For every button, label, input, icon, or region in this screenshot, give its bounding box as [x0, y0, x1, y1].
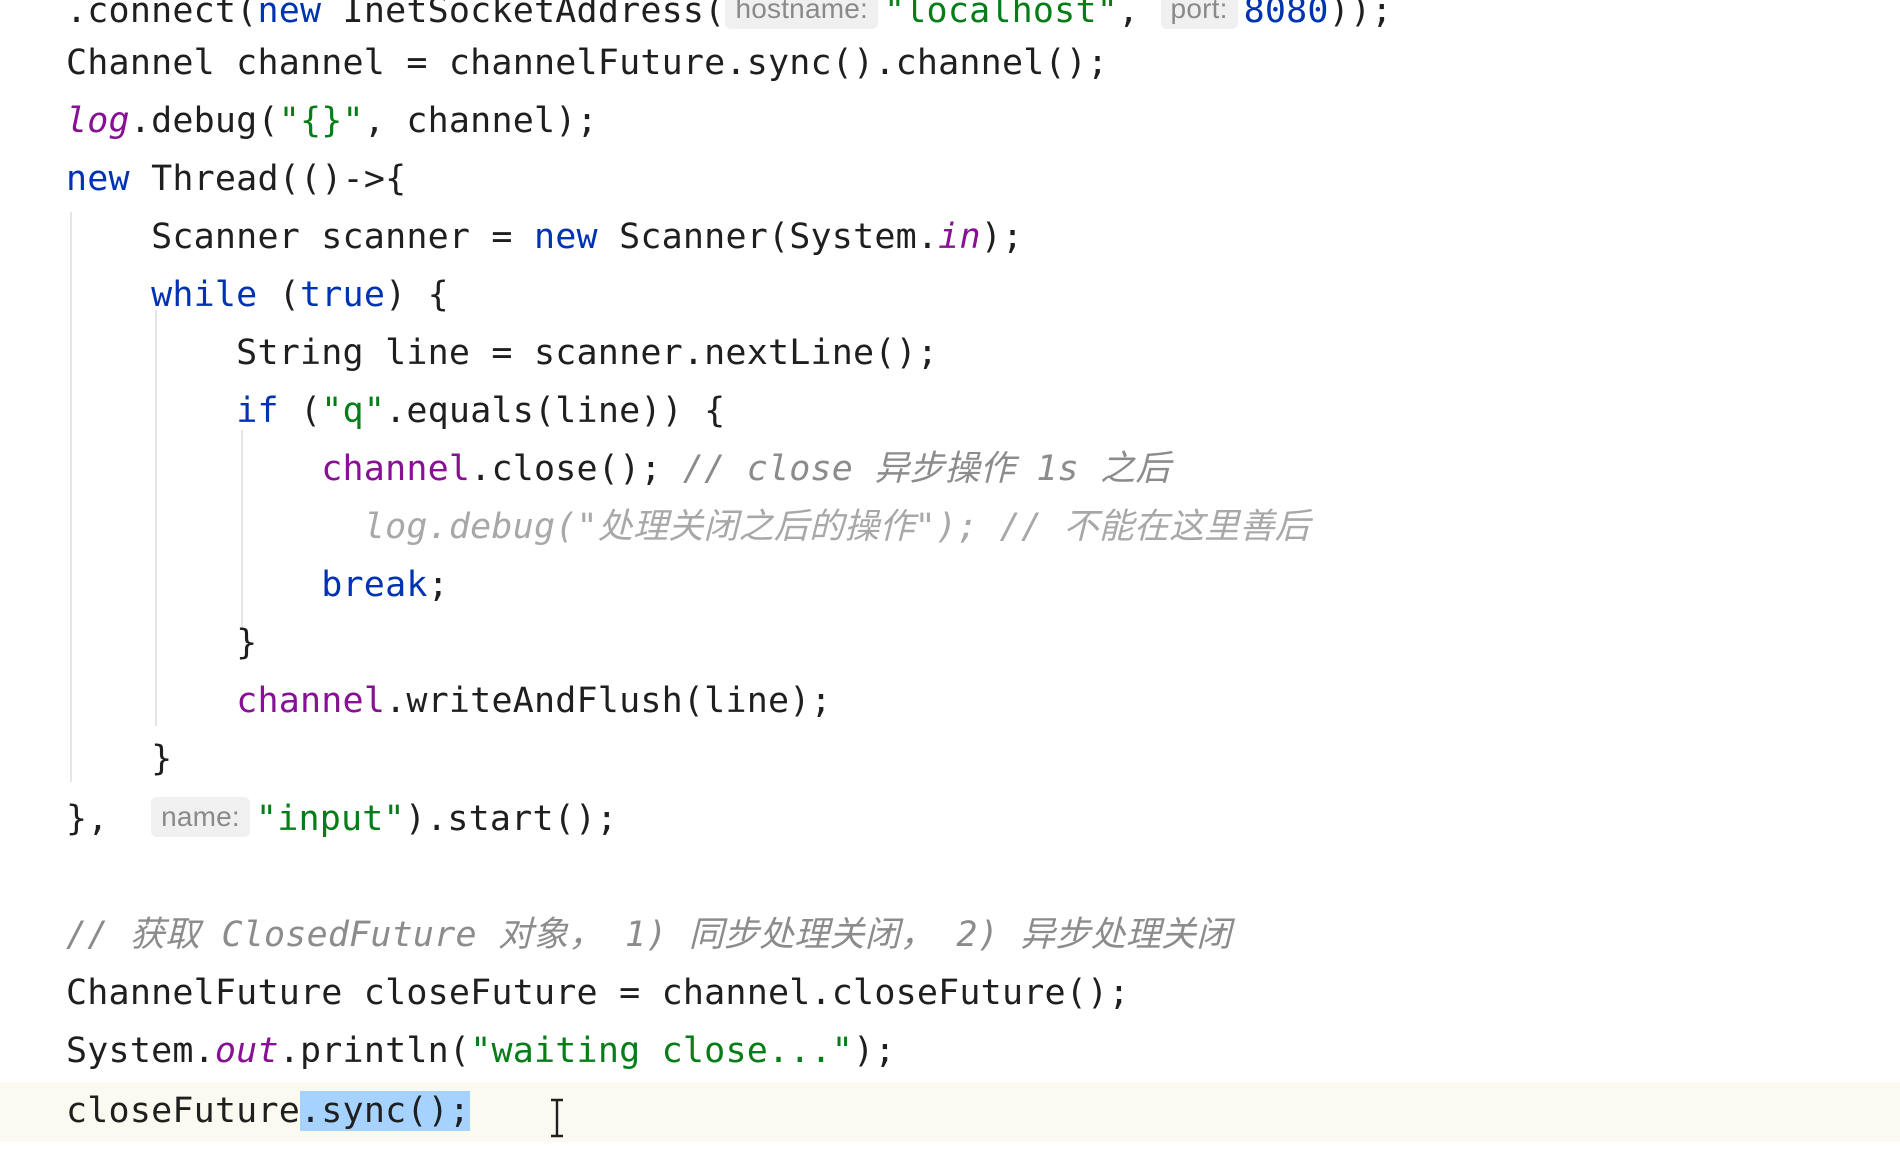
code-token: Channel channel = channelFuture.sync().c…: [66, 43, 1109, 83]
code-token: new: [533, 217, 598, 257]
code-token: .equals(line)) {: [385, 391, 726, 431]
code-line[interactable]: log.debug("处理关闭之后的操作"); // 不能在这里善后: [66, 498, 1310, 556]
code-token: },: [66, 799, 152, 839]
code-token: );: [980, 217, 1024, 257]
code-token: ,: [1118, 0, 1161, 31]
code-token: "input": [255, 799, 405, 839]
code-line[interactable]: }: [66, 614, 257, 672]
code-token: if: [236, 391, 279, 431]
code-line[interactable]: ChannelFuture closeFuture = channel.clos…: [66, 964, 1130, 1022]
code-token: channel: [236, 681, 386, 721]
code-line[interactable]: }, name: "input").start();: [66, 790, 618, 848]
code-token: while: [151, 275, 258, 315]
code-token: Thread(()->{: [129, 159, 407, 199]
code-token: log.debug("处理关闭之后的操作"); // 不能在这里善后: [66, 507, 1310, 547]
i-beam-cursor-icon: [551, 1098, 563, 1138]
code-token: new: [66, 159, 130, 199]
code-line[interactable]: String line = scanner.nextLine();: [66, 324, 938, 382]
code-token: String line = scanner.nextLine();: [66, 333, 939, 373]
code-token: log: [66, 101, 130, 141]
code-line[interactable]: channel.writeAndFlush(line);: [66, 672, 832, 730]
code-line[interactable]: channel.close(); // close 异步操作 1s 之后: [66, 440, 1171, 498]
code-token: .writeAndFlush(line);: [385, 681, 832, 721]
code-token: (: [278, 391, 322, 431]
code-token: .connect(: [66, 0, 258, 31]
code-token: ;: [427, 565, 449, 605]
code-token: );: [853, 1031, 896, 1071]
code-line[interactable]: }: [66, 730, 172, 788]
code-line[interactable]: Scanner scanner = new Scanner(System.in)…: [66, 208, 1023, 266]
code-token: in: [938, 217, 981, 257]
code-line[interactable]: if ("q".equals(line)) {: [66, 382, 725, 440]
code-editor[interactable]: .connect(new InetSocketAddress(hostname:…: [0, 0, 1900, 1162]
code-token: .println(: [278, 1031, 471, 1071]
code-token: "waiting close...": [470, 1031, 854, 1071]
code-token: .close();: [470, 449, 683, 489]
code-token: InetSocketAddress(: [321, 0, 726, 31]
code-token: , channel);: [363, 101, 598, 141]
parameter-hint: hostname:: [725, 0, 878, 29]
selected-code-token: .sync();: [300, 1091, 471, 1131]
code-token: true: [300, 275, 386, 315]
code-token: ) {: [385, 275, 449, 315]
code-token: ));: [1328, 0, 1393, 31]
code-token: new: [257, 0, 322, 31]
code-token: (: [257, 275, 300, 315]
code-line[interactable]: System.out.println("waiting close...");: [66, 1022, 896, 1080]
code-line[interactable]: break;: [66, 556, 449, 614]
code-line[interactable]: closeFuture.sync();: [66, 1082, 471, 1140]
code-line[interactable]: log.debug("{}", channel);: [66, 92, 598, 150]
code-token: ).start();: [404, 799, 618, 839]
code-token: ChannelFuture closeFuture = channel.clos…: [66, 973, 1130, 1013]
code-token: break: [321, 565, 428, 605]
code-token: out: [214, 1031, 279, 1071]
code-token: closeFuture: [66, 1091, 300, 1131]
code-token: // 获取 ClosedFuture 对象， 1) 同步处理关闭， 2) 异步处…: [66, 915, 1232, 955]
code-line[interactable]: new Thread(()->{: [66, 150, 406, 208]
code-token: channel: [321, 449, 471, 489]
code-token: Scanner scanner =: [66, 217, 534, 257]
code-token: "q": [321, 391, 386, 431]
code-token: 8080: [1243, 0, 1329, 31]
code-line[interactable]: // 获取 ClosedFuture 对象， 1) 同步处理关闭， 2) 异步处…: [66, 906, 1231, 964]
code-line[interactable]: Channel channel = channelFuture.sync().c…: [66, 34, 1108, 92]
code-token: Scanner(System.: [597, 217, 939, 257]
code-token: }: [66, 739, 173, 779]
code-token: "{}": [278, 101, 364, 141]
code-token: .debug(: [129, 101, 279, 141]
code-token: System.: [66, 1031, 215, 1071]
code-token: "localhost": [884, 0, 1118, 31]
code-token: }: [66, 623, 258, 663]
code-line[interactable]: while (true) {: [66, 266, 449, 324]
parameter-hint: port:: [1160, 0, 1238, 29]
parameter-hint: name:: [151, 797, 250, 837]
code-token: // close 异步操作 1s 之后: [682, 449, 1171, 489]
